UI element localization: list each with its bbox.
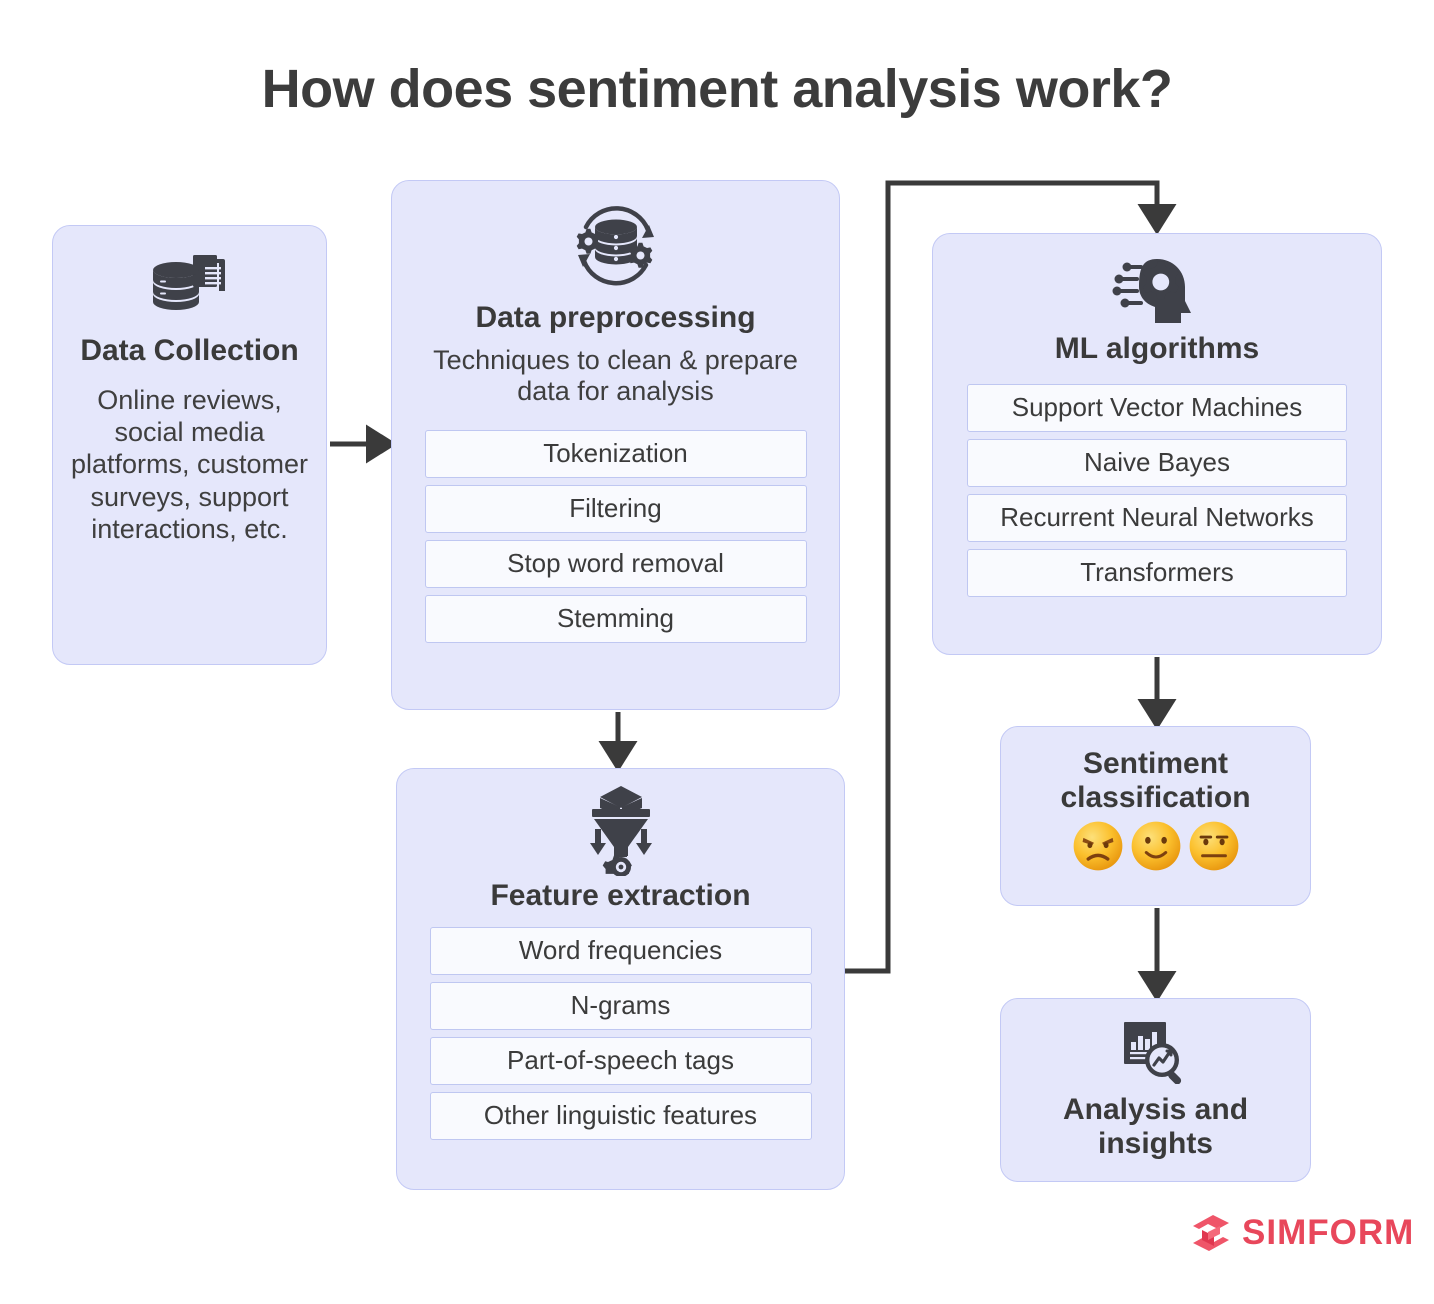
page-title: How does sentiment analysis work?	[261, 59, 1173, 119]
list-item[interactable]: Other linguistic features	[429, 1091, 812, 1140]
sentiment-emoji-row	[1072, 820, 1240, 872]
funnel-gear-icon	[578, 783, 664, 877]
list-item[interactable]: Support Vector Machines	[967, 383, 1347, 432]
card-data-collection[interactable]: Data Collection Online reviews, social m…	[52, 225, 327, 665]
database-documents-icon	[149, 252, 231, 314]
simform-logo[interactable]: SIMFORM	[1190, 1212, 1414, 1254]
card-sentiment-classification[interactable]: Sentiment classification	[1000, 726, 1311, 906]
card-title: ML algorithms	[1054, 332, 1260, 365]
card-title: Sentiment classification	[1060, 747, 1251, 814]
card-title: Data preprocessing	[475, 301, 756, 334]
simform-logo-text: SIMFORM	[1242, 1213, 1415, 1252]
database-gears-refresh-icon	[564, 201, 668, 293]
slightly-smiling-face-emoji	[1131, 821, 1180, 871]
list-item[interactable]: Tokenization	[424, 430, 807, 479]
list-item[interactable]: Part-of-speech tags	[429, 1036, 812, 1085]
card-title: Feature extraction	[490, 879, 751, 912]
card-analysis-and-insights[interactable]: Analysis and insights	[1000, 998, 1311, 1182]
list-item[interactable]: Naive Bayes	[967, 438, 1347, 487]
card-feature-extraction[interactable]: Feature extraction Word frequencies N-gr…	[396, 768, 845, 1190]
list-item[interactable]: Word frequencies	[429, 926, 812, 975]
card-title: Analysis and insights	[1062, 1093, 1249, 1160]
chart-magnifier-icon	[1122, 1019, 1190, 1085]
simform-logo-mark	[1193, 1215, 1229, 1251]
ai-head-gear-icon	[1111, 256, 1203, 326]
card-ml-algorithms[interactable]: ML algorithms Support Vector Machines Na…	[932, 233, 1382, 655]
neutral-face-emoji	[1189, 821, 1238, 871]
card-data-preprocessing[interactable]: Data preprocessing Techniques to clean &…	[391, 180, 840, 710]
card-title: Data Collection	[80, 334, 299, 367]
ml-item-list: Support Vector Machines Naive Bayes Recu…	[967, 383, 1347, 597]
feature-item-list: Word frequencies N-grams Part-of-speech …	[419, 926, 822, 1140]
list-item[interactable]: Stemming	[424, 595, 807, 644]
angry-face-emoji	[1073, 821, 1122, 871]
list-item[interactable]: Stop word removal	[424, 540, 807, 589]
list-item[interactable]: Recurrent Neural Networks	[967, 493, 1347, 542]
card-body-text: Online reviews, social media platforms, …	[70, 384, 309, 545]
list-item[interactable]: N-grams	[429, 981, 812, 1030]
diagram-canvas: How does sentiment analysis work? Data C…	[0, 0, 1434, 1304]
list-item[interactable]: Transformers	[967, 548, 1347, 597]
preprocessing-item-list: Tokenization Filtering Stop word removal…	[414, 430, 817, 644]
card-subtitle: Techniques to clean & prepare data for a…	[433, 344, 798, 407]
list-item[interactable]: Filtering	[424, 485, 807, 534]
